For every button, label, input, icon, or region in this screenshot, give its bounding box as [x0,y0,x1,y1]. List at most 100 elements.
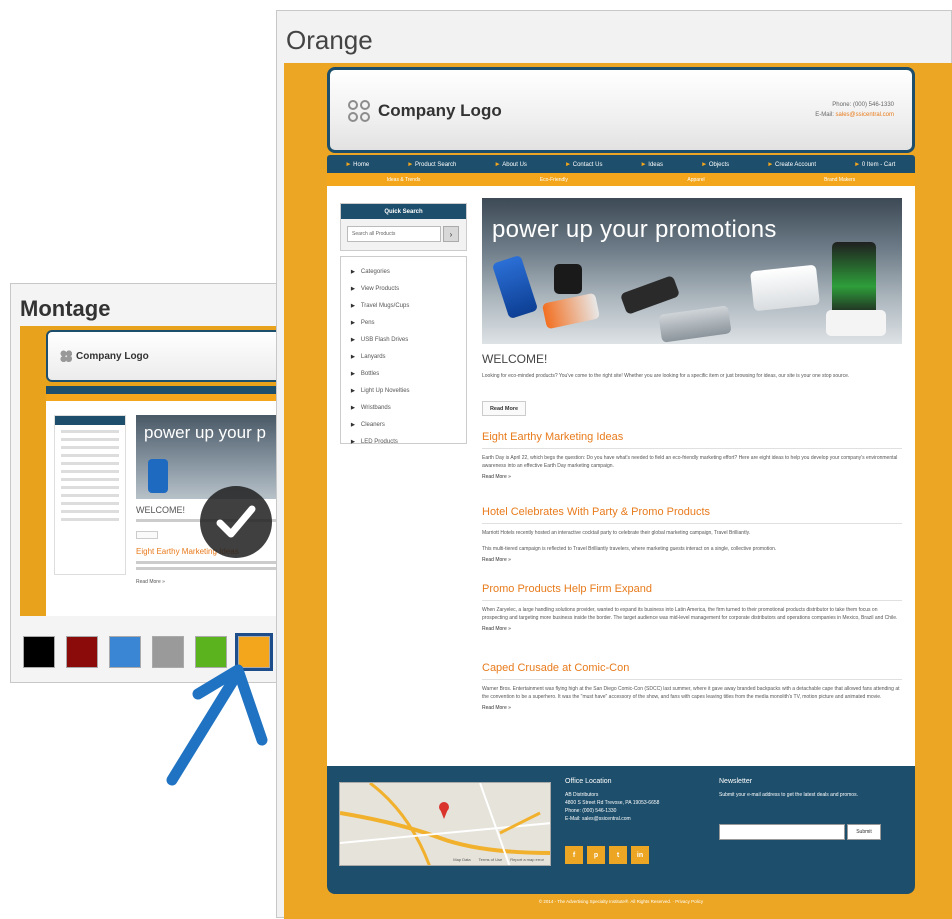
nav-arrow-icon: ▸ [408,161,413,168]
company-logo[interactable]: Company Logo [348,100,502,122]
map-data-link[interactable]: Map Data [453,857,470,862]
category-label: USB Flash Drives [360,336,409,343]
bullet-arrow-icon: ▶ [351,438,355,445]
office-line: Phone: (000) 546-1330 [565,808,617,814]
banner-text: power up your promotions [492,216,777,243]
social-links: f p t in [565,846,649,864]
subnav-item[interactable]: Brand Makers [824,177,855,183]
orange-theme-panel: Orange Company Logo Phone: (000) 546-133… [276,10,952,919]
read-more-link[interactable]: Read More » [482,705,902,711]
swatch-dark-red[interactable] [66,636,98,668]
article-title[interactable]: Hotel Celebrates With Party & Promo Prod… [482,506,902,524]
nav-item[interactable]: ▸ Home [347,160,370,168]
article-title[interactable]: Eight Earthy Marketing Ideas [482,431,902,449]
welcome-heading: WELCOME! [482,352,548,366]
category-item[interactable]: ▶ Pens [341,314,466,331]
article-title[interactable]: Promo Products Help Firm Expand [482,583,902,601]
nav-item[interactable]: ▸ Contact Us [566,160,602,168]
category-label: Travel Mugs/Cups [360,302,410,309]
search-input[interactable]: Search all Products [347,226,441,242]
nav-item[interactable]: ▸ Ideas [642,160,663,168]
article-title[interactable]: Caped Crusade at Comic-Con [482,662,902,680]
article: Caped Crusade at Comic-Con Warner Bros. … [482,662,902,711]
search-button[interactable]: › [443,226,459,242]
promo-banner[interactable]: power up your promotions [482,198,902,344]
nav-item[interactable]: ▸ About Us [496,160,527,168]
swatch-black[interactable] [23,636,55,668]
main-nav: ▸ Home ▸ Product Search ▸ About Us ▸ Contact Us… [327,155,915,173]
preview-banner-text: power up your p [144,423,266,442]
twitter-icon[interactable]: t [609,846,627,864]
header-email-label: E-Mail: [815,112,836,118]
subnav-item[interactable]: Apparel [687,177,704,183]
category-item[interactable]: ▶ Travel Mugs/Cups [341,297,466,314]
category-label: LED Products [360,438,398,445]
bullet-arrow-icon: ▶ [351,387,355,394]
office-location: Office Location AB Distributors 4800 S S… [565,778,659,823]
nav-item[interactable]: ▸ Create Account [769,160,817,168]
checkmark-icon [200,486,272,558]
montage-preview[interactable]: Company Logo power up your p WELCOME! Ei… [20,326,284,616]
power-bank-image [619,275,681,315]
logo-icon [60,350,72,362]
nav-item-label: Create Account [775,162,817,168]
newsletter-email-input[interactable] [719,824,845,840]
nav-item[interactable]: ▸ 0 Item - Cart [855,160,895,168]
nav-item-label: Home [353,162,370,168]
office-map[interactable]: Map Data Terms of Use Report a map error [339,782,551,866]
category-item[interactable]: ▶ Categories [341,263,466,280]
category-item[interactable]: ▶ LED Products [341,433,466,450]
nav-item-label: 0 Item - Cart [861,162,896,168]
facebook-icon[interactable]: f [565,846,583,864]
bullet-arrow-icon: ▶ [351,302,355,309]
usb-charger-image [491,254,539,320]
category-item[interactable]: ▶ USB Flash Drives [341,331,466,348]
category-item[interactable]: ▶ Wristbands [341,399,466,416]
nav-item-label: Contact Us [572,162,603,168]
sub-nav: Ideas & Trends Eco-Friendly Apparel Brand M… [327,173,915,186]
power-pack-image [658,305,732,343]
read-more-link[interactable]: Read More » [482,474,902,480]
nav-item-label: About Us [502,162,527,168]
map-image [340,783,550,865]
office-line: E-Mail: sales@ssicentral.com [565,816,631,822]
orange-title: Orange [286,25,373,55]
category-item[interactable]: ▶ View Products [341,280,466,297]
preview-read-more: Read More » [136,579,165,585]
submit-button[interactable]: Submit [847,824,881,840]
category-label: Cleaners [360,421,385,428]
category-item[interactable]: ▶ Cleaners [341,416,466,433]
swatch-blue[interactable] [109,636,141,668]
office-line: 4800 S Street Rd Trevose, PA 19053-6658 [565,800,660,806]
read-more-button[interactable]: Read More [482,401,526,416]
category-item[interactable]: ▶ Bottles [341,365,466,382]
preview-logo: Company Logo [60,350,149,362]
header-contact: Phone: (000) 546-1330 E-Mail: sales@ssic… [815,100,894,120]
preview-read-more-button [136,531,158,539]
nav-arrow-icon: ▸ [495,161,500,168]
terms-link[interactable]: Terms of Use [479,857,503,862]
newsletter-title: Newsletter [719,778,753,785]
header-email-link[interactable]: sales@ssicentral.com [836,112,894,118]
category-item[interactable]: ▶ Light Up Novelties [341,382,466,399]
nav-item[interactable]: ▸ Objects [702,160,729,168]
newsletter: Newsletter Submit your e-mail address to… [719,778,899,840]
subnav-item[interactable]: Ideas & Trends [387,177,421,183]
preview-nav [46,386,284,394]
white-charger-image [750,264,820,312]
subnav-item[interactable]: Eco-Friendly [540,177,568,183]
montage-title: Montage [20,296,111,321]
header-phone: Phone: (000) 546-1330 [832,102,894,108]
pinterest-icon[interactable]: p [587,846,605,864]
nav-item[interactable]: ▸ Product Search [409,160,457,168]
report-error-link[interactable]: Report a map error [510,857,544,862]
category-item[interactable]: ▶ Lanyards [341,348,466,365]
bullet-arrow-icon: ▶ [351,268,355,275]
read-more-link[interactable]: Read More » [482,557,902,563]
bullet-arrow-icon: ▶ [351,370,355,377]
linkedin-icon[interactable]: in [631,846,649,864]
bullet-arrow-icon: ▶ [351,319,355,326]
article-text: Earth Day is April 22, which begs the qu… [482,455,898,469]
office-line: AB Distributors [565,792,599,798]
read-more-link[interactable]: Read More » [482,626,902,632]
